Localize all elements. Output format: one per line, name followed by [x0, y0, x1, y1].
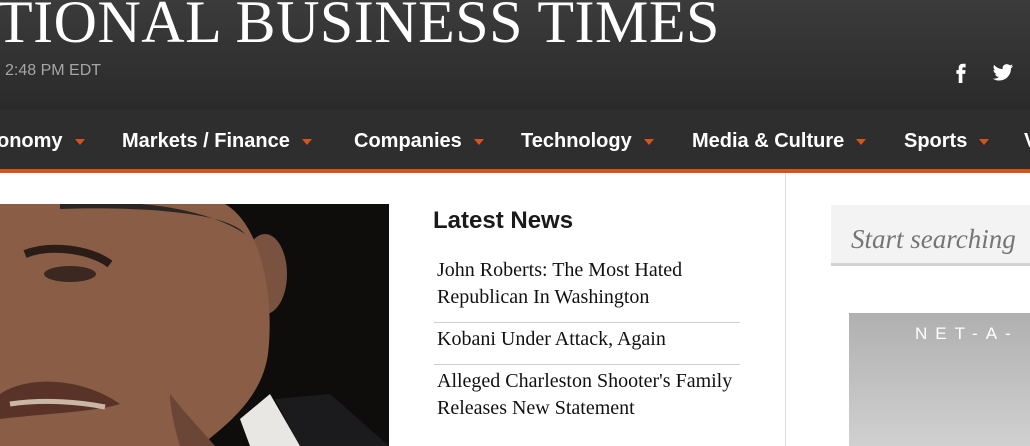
- site-header: TIONAL BUSINESS TIMES 2:48 PM EDT: [0, 0, 1030, 110]
- chevron-down-icon: [979, 138, 990, 145]
- search-input[interactable]: [831, 205, 1030, 263]
- twitter-icon[interactable]: [992, 60, 1014, 84]
- nav-item-label: Companies: [354, 130, 462, 152]
- nav-item-label: Technology: [521, 130, 632, 152]
- search-box: [831, 205, 1030, 266]
- news-link[interactable]: Kobani Under Attack, Again: [434, 323, 740, 365]
- site-masthead-logo[interactable]: TIONAL BUSINESS TIMES: [0, 0, 720, 58]
- portrait-image: [0, 204, 389, 446]
- social-links: [950, 60, 1014, 84]
- nav-item-markets-finance[interactable]: Markets / Finance: [122, 129, 312, 153]
- nav-item-partial[interactable]: V: [1024, 129, 1030, 153]
- nav-item-label: onomy: [0, 130, 63, 152]
- main-nav: onomy Markets / Finance Companies Techno…: [0, 110, 1030, 173]
- latest-news-list: John Roberts: The Most Hated Republican …: [434, 254, 740, 433]
- chevron-down-icon: [301, 138, 312, 145]
- chevron-down-icon: [856, 138, 867, 145]
- nav-item-media-culture[interactable]: Media & Culture: [692, 129, 867, 153]
- chevron-down-icon: [473, 138, 484, 145]
- latest-news-heading: Latest News: [433, 207, 574, 234]
- advertisement[interactable]: NET-A-: [849, 313, 1030, 446]
- chevron-down-icon: [74, 138, 85, 145]
- nav-item-label: Sports: [904, 130, 968, 152]
- column-divider: [785, 173, 786, 446]
- chevron-down-icon: [643, 138, 654, 145]
- nav-item-label: Markets / Finance: [122, 130, 290, 152]
- header-timestamp: 2:48 PM EDT: [5, 62, 102, 79]
- nav-item-label: V: [1024, 130, 1030, 152]
- featured-photo[interactable]: [0, 204, 389, 446]
- news-link[interactable]: Alleged Charleston Shooter's Family Rele…: [434, 365, 740, 433]
- facebook-icon[interactable]: [950, 60, 972, 84]
- nav-item-economy[interactable]: onomy: [0, 129, 85, 153]
- nav-item-label: Media & Culture: [692, 130, 845, 152]
- news-link[interactable]: John Roberts: The Most Hated Republican …: [434, 254, 740, 323]
- nav-item-companies[interactable]: Companies: [354, 129, 484, 153]
- ad-brand-text: NET-A-: [915, 324, 1019, 343]
- nav-item-sports[interactable]: Sports: [904, 129, 990, 153]
- nav-item-technology[interactable]: Technology: [521, 129, 654, 153]
